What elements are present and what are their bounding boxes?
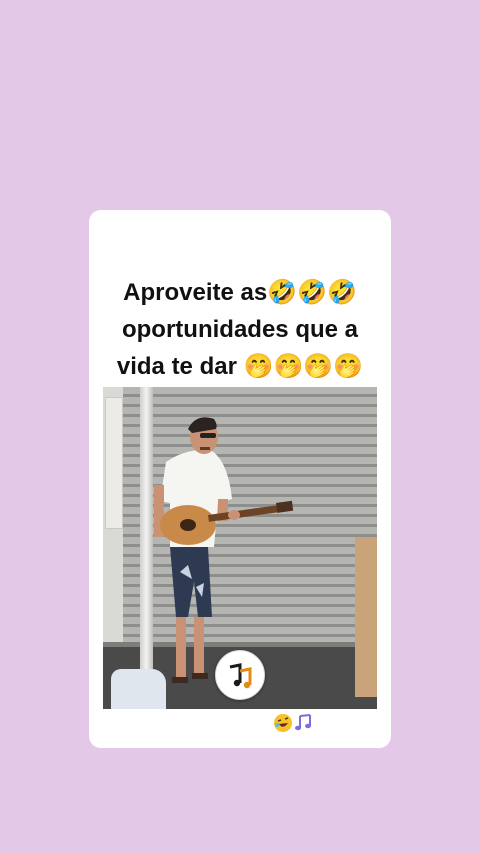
post-card: Aproveite as🤣🤣🤣 oportunidades que a vida… (89, 210, 391, 748)
video-frame[interactable] (103, 387, 377, 709)
guitar-player-figure (154, 417, 294, 683)
footer-emoji-row (273, 710, 316, 736)
caption-line-2: oportunidades que a (121, 316, 358, 343)
musical-notes-emoji (295, 714, 311, 731)
music-note-logo-icon (215, 650, 265, 700)
plastic-bag (111, 669, 166, 709)
door-panel (105, 397, 123, 529)
caption-line-1: Aproveite as🤣🤣🤣 (123, 279, 357, 306)
rolling-laughing-emoji (274, 714, 292, 732)
caption-line-3: vida te dar 🤭🤭🤭🤭 (116, 353, 364, 380)
post-caption: Aproveite as🤣🤣🤣 oportunidades que a vida… (89, 274, 391, 385)
wooden-post (355, 537, 377, 697)
